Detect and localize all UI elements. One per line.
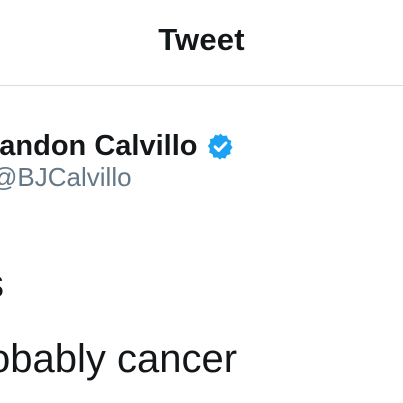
tweet-text-line: obably cancer: [0, 337, 238, 381]
tweet-text-line: s: [0, 262, 4, 307]
tweet-author[interactable]: randon Calvillo: [0, 128, 234, 164]
verified-badge-icon: [207, 133, 234, 160]
author-display-name[interactable]: randon Calvillo: [0, 130, 197, 163]
author-handle[interactable]: @BJCalvillo: [0, 162, 132, 193]
page-title: Tweet: [158, 22, 245, 57]
tweet-header: Tweet: [0, 0, 403, 86]
author-handle-text: BJCalvillo: [17, 162, 132, 192]
